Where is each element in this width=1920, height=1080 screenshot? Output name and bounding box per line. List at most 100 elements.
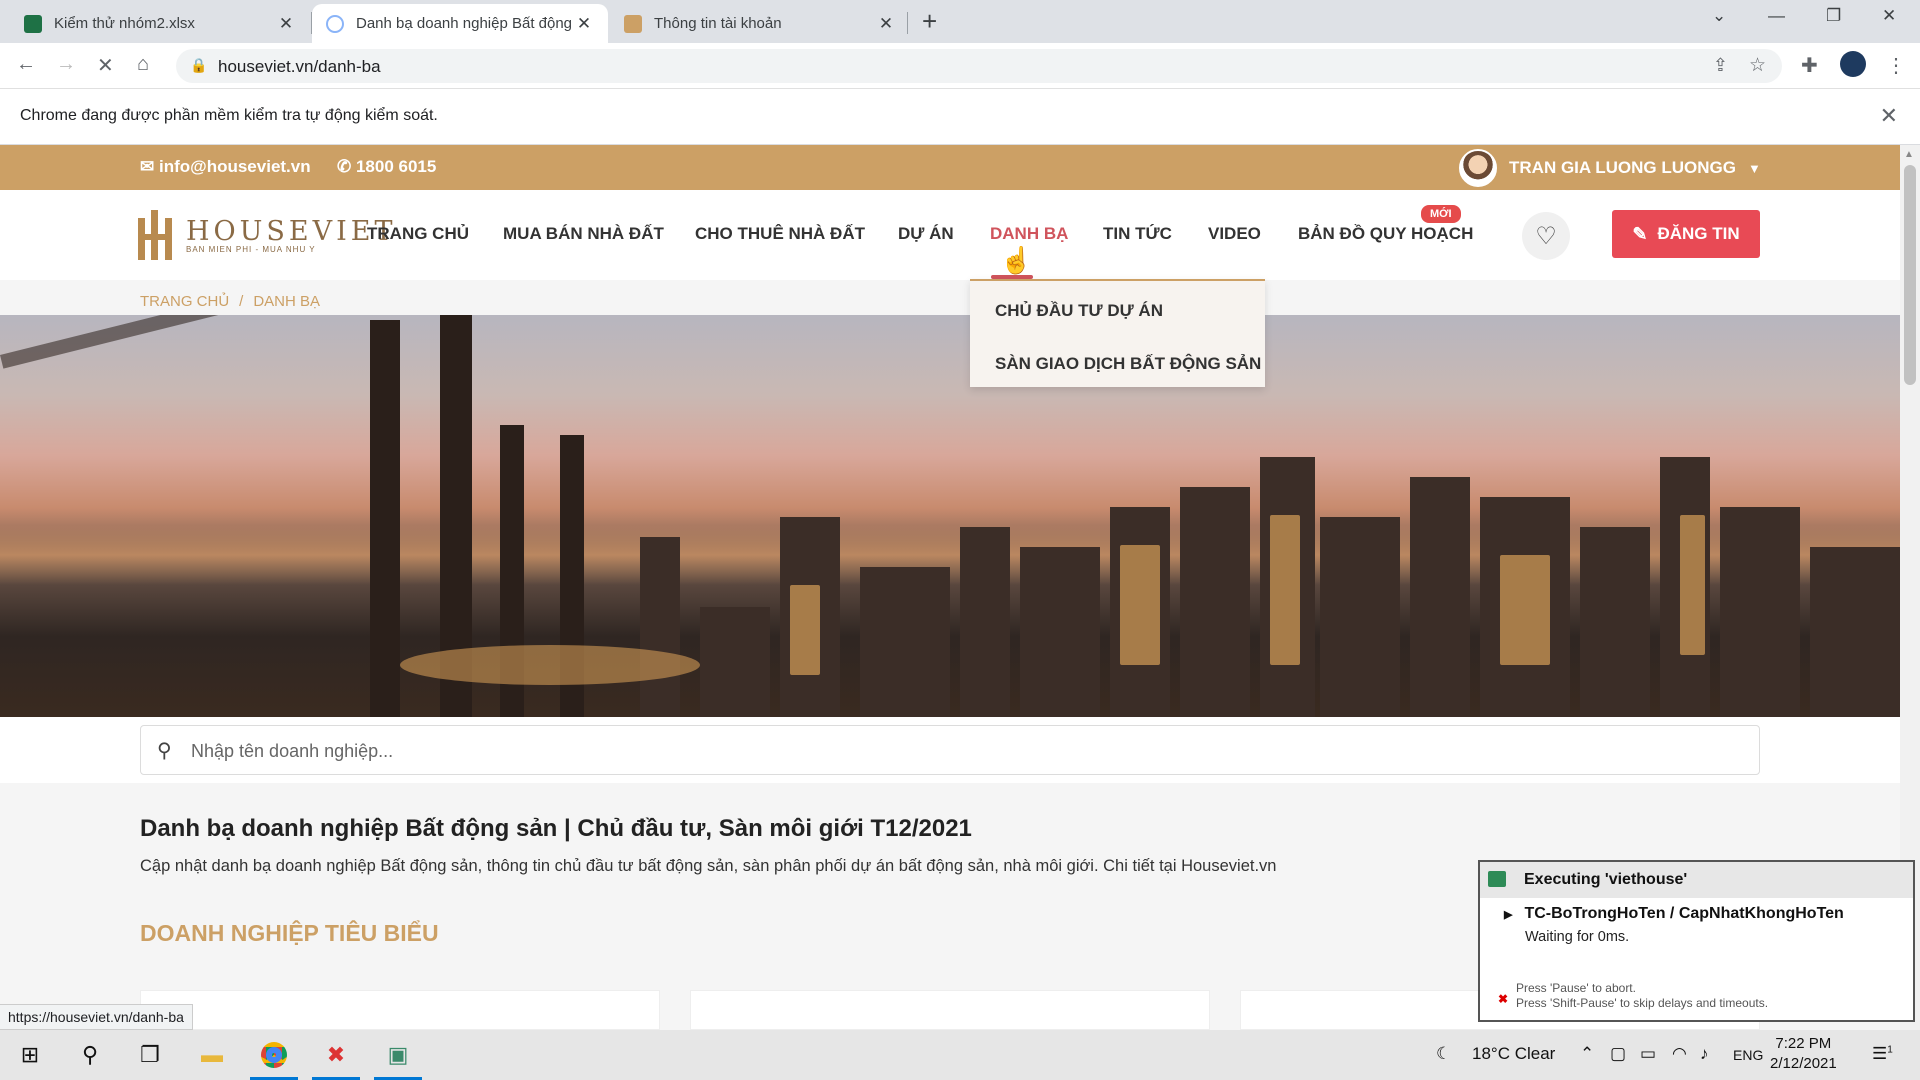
heart-icon: ♡ [1535,222,1557,250]
nav-trang-chu[interactable]: TRANG CHỦ [367,224,469,244]
user-menu[interactable]: TRAN GIA LUONG LUONGG ▼ [1459,149,1761,187]
clock-date: 2/12/2021 [1770,1055,1837,1072]
company-search-box[interactable]: ⚲ [140,725,1760,775]
company-card[interactable] [690,990,1210,1030]
user-avatar [1459,149,1497,187]
wifi-icon[interactable]: ◠ [1672,1044,1687,1064]
windows-taskbar: ⊞ ⚲ ❐ ▬ ✖ ▣ ☾ 18°C Clear ⌃ ▢ ▭ ◠ ♪ ENG 7… [0,1030,1920,1080]
stop-loading-button[interactable]: ✕ [97,53,114,78]
restore-button[interactable]: ❐ [1826,6,1841,26]
home-button[interactable]: ⌂ [137,53,149,76]
battery-icon[interactable]: ▭ [1640,1044,1656,1064]
weather-text[interactable]: 18°C Clear [1472,1044,1555,1064]
tab-title: Kiểm thử nhóm2.xlsx [54,15,195,32]
tab-search-icon[interactable]: ⌄ [1712,6,1726,26]
phone-contact[interactable]: ✆ 1800 6015 [337,157,436,177]
logo-brand: HOUSEVIET [186,216,397,247]
chrome-icon [261,1042,287,1068]
language-indicator[interactable]: ENG [1733,1047,1763,1063]
tab-account[interactable]: Thông tin tài khoản ✕ [610,4,910,43]
katalon-app-button[interactable]: ✖ [308,1030,364,1080]
infobar-close-icon[interactable]: ✕ [1880,103,1898,129]
tab-danh-ba[interactable]: Danh bạ doanh nghiệp Bất động ✕ [312,4,608,43]
address-bar[interactable]: 🔒 houseviet.vn/danh-ba ⇪ ☆ [176,49,1782,83]
back-button[interactable]: ← [16,53,36,76]
nav-ban-do-quy-hoach[interactable]: BẢN ĐỒ QUY HOẠCH [1298,224,1473,244]
close-tab-icon[interactable]: ✕ [574,14,594,34]
scroll-up-icon[interactable]: ▲ [1904,149,1914,160]
infobar-message: Chrome đang được phần mềm kiểm tra tự độ… [20,107,438,124]
share-icon[interactable]: ⇪ [1713,55,1728,76]
search-icon: ⚲ [81,1042,99,1067]
email-contact[interactable]: ✉ info@houseviet.vn [140,157,311,177]
dropdown-item-san-giao-dich[interactable]: SÀN GIAO DỊCH BẤT ĐỘNG SẢN [995,354,1261,374]
weather-moon-icon[interactable]: ☾ [1436,1044,1451,1064]
menu-kebab-icon[interactable]: ⋮ [1886,53,1906,78]
company-search-input[interactable] [191,736,1691,766]
app-window-button[interactable]: ▣ [370,1030,426,1080]
task-view-button[interactable]: ❐ [122,1030,178,1080]
nav-tin-tuc[interactable]: TIN TỨC [1103,224,1172,244]
breadcrumb: TRANG CHỦ / DANH BẠ [140,293,320,310]
katalon-header: Executing 'viethouse' [1480,862,1913,898]
forward-button[interactable]: → [56,53,76,76]
close-tab-icon[interactable]: ✕ [276,14,296,34]
automation-infobar: Chrome đang được phần mềm kiểm tra tự độ… [0,89,1920,145]
bookmark-star-icon[interactable]: ☆ [1749,54,1766,77]
tab-excel[interactable]: Kiểm thử nhóm2.xlsx ✕ [10,4,310,43]
tab-title: Danh bạ doanh nghiệp Bất động [356,15,573,32]
phone-icon: ✆ [337,157,356,176]
favorites-button[interactable]: ♡ [1522,212,1570,260]
clock[interactable]: 7:22 PM 2/12/2021 [1770,1034,1837,1074]
company-card[interactable] [140,990,660,1030]
search-button[interactable]: ⚲ [62,1030,118,1080]
lock-icon[interactable]: 🔒 [190,57,207,74]
new-tab-button[interactable]: + [922,8,937,34]
file-explorer-button[interactable]: ▬ [184,1030,240,1080]
tab-strip: Kiểm thử nhóm2.xlsx ✕ Danh bạ doanh nghi… [0,0,1920,43]
breadcrumb-current: DANH BẠ [253,293,321,310]
scrollbar-thumb[interactable] [1904,165,1916,385]
post-button-label: ĐĂNG TIN [1657,224,1740,243]
folder-icon: ▬ [201,1042,223,1067]
nav-mua-ban[interactable]: MUA BÁN NHÀ ĐẤT [503,224,664,244]
start-button[interactable]: ⊞ [2,1030,58,1080]
katalon-waiting: Waiting for 0ms. [1525,929,1630,945]
logo-mark-icon [138,210,178,260]
notifications-icon[interactable]: ☰1 [1872,1044,1893,1064]
browser-toolbar: ← → ✕ ⌂ 🔒 houseviet.vn/danh-ba ⇪ ☆ ✚ ⋮ [0,43,1920,89]
volume-icon[interactable]: ♪ [1700,1044,1709,1064]
excel-icon [24,14,42,33]
katalon-app-icon: ✖ [326,1042,346,1067]
katalon-hints: Press 'Pause' to abort. Press 'Shift-Pau… [1516,981,1768,1011]
chrome-button[interactable] [246,1030,302,1080]
loading-icon [326,14,344,33]
status-url-bubble: https://houseviet.vn/danh-ba [0,1004,193,1030]
dropdown-item-chu-dau-tu[interactable]: CHỦ ĐẦU TƯ DỰ ÁN [995,301,1163,321]
main-navbar: HOUSEVIET BAN MIEN PHI - MUA NHU Y TRANG… [0,190,1900,280]
nav-cho-thue[interactable]: CHO THUÊ NHÀ ĐẤT [695,224,865,244]
nav-video[interactable]: VIDEO [1208,224,1261,244]
site-logo[interactable]: HOUSEVIET BAN MIEN PHI - MUA NHU Y [138,210,397,260]
post-listing-button[interactable]: ✎ ĐĂNG TIN [1612,210,1760,258]
url-text[interactable]: houseviet.vn/danh-ba [218,57,381,77]
show-hidden-icons-icon[interactable]: ⌃ [1580,1044,1594,1064]
close-window-button[interactable]: ✕ [1882,6,1896,26]
profile-avatar[interactable] [1840,51,1866,77]
test-case-name: TC-BoTrongHoTen / CapNhatKhongHoTen [1524,905,1844,922]
meet-icon[interactable]: ▢ [1610,1044,1626,1064]
danh-ba-dropdown-menu: CHỦ ĐẦU TƯ DỰ ÁN SÀN GIAO DỊCH BẤT ĐỘNG … [970,279,1265,387]
email-text: info@houseviet.vn [158,157,311,176]
notification-count: 1 [1887,1044,1893,1056]
minimize-button[interactable]: — [1768,6,1785,26]
caret-down-icon: ▼ [1747,160,1761,176]
nav-du-an[interactable]: DỰ ÁN [898,224,954,244]
breadcrumb-home[interactable]: TRANG CHỦ [140,293,229,310]
houseviet-favicon-icon [624,14,642,33]
extensions-icon[interactable]: ✚ [1801,53,1818,78]
close-tab-icon[interactable]: ✕ [876,14,896,34]
search-section: ⚲ [0,717,1900,783]
section-title: DOANH NGHIỆP TIÊU BIỂU [140,920,439,946]
katalon-hint-pause: Press 'Pause' to abort. [1516,981,1636,995]
nav-danh-ba[interactable]: DANH BẠ [990,224,1068,244]
